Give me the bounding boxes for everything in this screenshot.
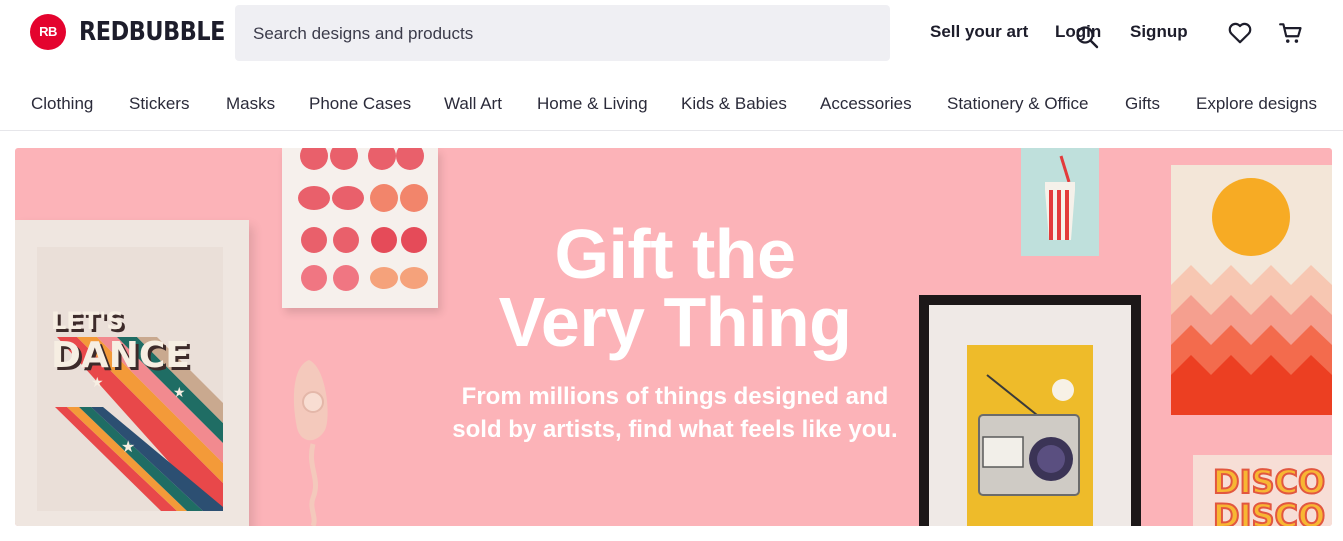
- hero-title-line-1: Gift the: [554, 215, 796, 293]
- login-link[interactable]: Login: [1055, 22, 1101, 42]
- category-nav: Clothing Stickers Masks Phone Cases Wall…: [0, 66, 1343, 131]
- category-stationery-office[interactable]: Stationery & Office: [947, 94, 1088, 114]
- poster-text-lets: LET'S: [51, 307, 124, 335]
- landscape-illustration: [1171, 165, 1332, 415]
- rainbow-stripes: ★ ★ ★: [55, 337, 223, 511]
- site-header: RB REDBUBBLE Sell your art Login Signup: [0, 0, 1343, 66]
- telephone-icon: [293, 360, 328, 526]
- soda-cup-print: [1021, 148, 1099, 256]
- svg-text:DISCO: DISCO: [1213, 497, 1325, 526]
- category-accessories[interactable]: Accessories: [820, 94, 912, 114]
- svg-text:★: ★: [121, 437, 135, 456]
- svg-text:★: ★: [91, 375, 104, 391]
- redbubble-logo[interactable]: RB REDBUBBLE: [30, 14, 249, 50]
- boombox-art: [967, 345, 1093, 526]
- boombox-illustration: [978, 374, 1080, 496]
- sell-your-art-link[interactable]: Sell your art: [930, 22, 1028, 42]
- disco-print: DISCO DISCO: [1193, 455, 1332, 526]
- hero-title: Gift the Very Thing: [415, 215, 935, 361]
- search-input[interactable]: [251, 5, 835, 63]
- category-gifts[interactable]: Gifts: [1125, 94, 1160, 114]
- hero-title-line-2: Very Thing: [498, 283, 852, 361]
- soda-cup-illustration: [1045, 155, 1075, 240]
- lets-dance-poster: ★ ★ ★ LET'S DANCE: [15, 220, 249, 526]
- category-masks[interactable]: Masks: [226, 94, 275, 114]
- hero-subtitle: From millions of things designed and sol…: [430, 380, 920, 446]
- svg-text:★: ★: [173, 385, 186, 401]
- boombox-framed-print: [919, 295, 1141, 526]
- category-home-living[interactable]: Home & Living: [537, 94, 648, 114]
- cart-icon[interactable]: [1278, 20, 1304, 46]
- category-explore-designs[interactable]: Explore designs: [1196, 94, 1317, 114]
- svg-text:DISCO: DISCO: [1213, 463, 1325, 501]
- logo-text: REDBUBBLE: [79, 17, 225, 47]
- signup-link[interactable]: Signup: [1130, 22, 1188, 42]
- category-stickers[interactable]: Stickers: [129, 94, 189, 114]
- category-kids-babies[interactable]: Kids & Babies: [681, 94, 787, 114]
- poster-text-dance: DANCE: [51, 335, 190, 376]
- poster-art: ★ ★ ★ LET'S DANCE: [37, 247, 223, 511]
- search-bar: [235, 5, 1099, 63]
- hero-banner[interactable]: ★ ★ ★ LET'S DANCE DISCO DISCO Gift the V…: [15, 148, 1332, 526]
- category-clothing[interactable]: Clothing: [31, 94, 93, 114]
- hero-subtitle-line-1: From millions of things designed and: [461, 383, 889, 410]
- sun-landscape-print: [1171, 165, 1332, 415]
- category-phone-cases[interactable]: Phone Cases: [309, 94, 411, 114]
- heart-icon[interactable]: [1227, 20, 1253, 46]
- logo-mark-text: RB: [39, 24, 57, 39]
- hero-subtitle-line-2: sold by artists, find what feels like yo…: [452, 416, 898, 443]
- disco-illustration: DISCO DISCO: [1212, 462, 1326, 526]
- category-wall-art[interactable]: Wall Art: [444, 94, 502, 114]
- logo-mark: RB: [30, 14, 66, 50]
